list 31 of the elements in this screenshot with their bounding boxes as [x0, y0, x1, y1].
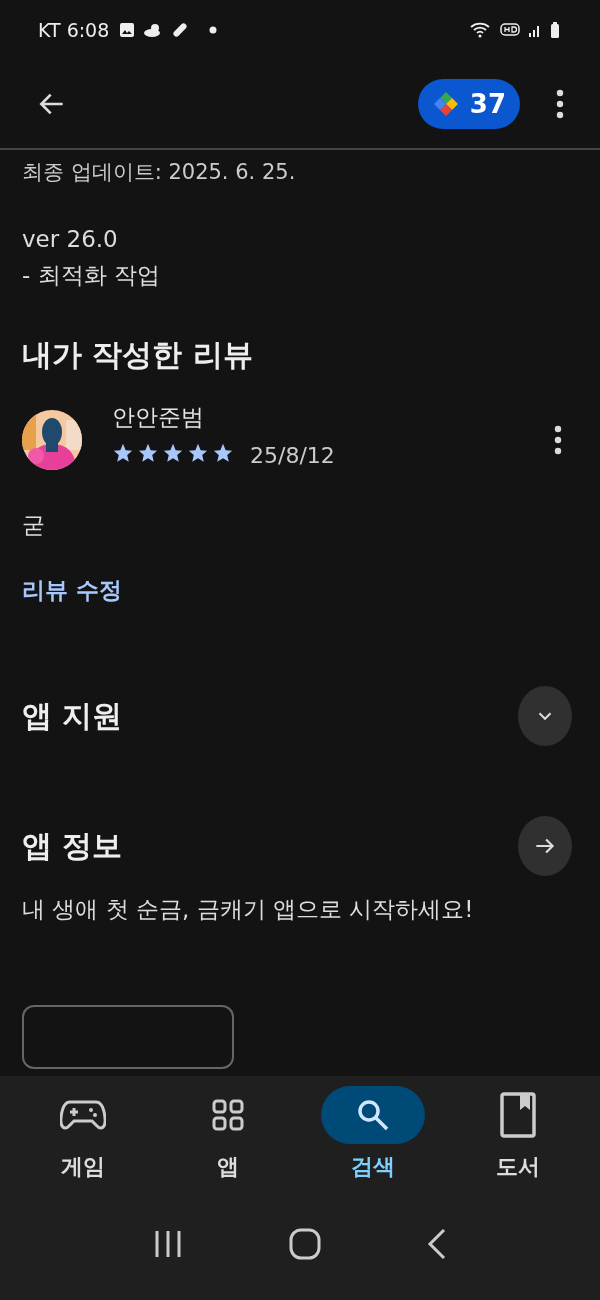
nav-tab[interactable]: 앱	[167, 1086, 288, 1201]
status-time: KT 6:08	[38, 19, 110, 41]
home-icon[interactable]	[289, 1227, 321, 1260]
recents-icon[interactable]	[153, 1228, 183, 1259]
version-text: ver 26.0	[22, 226, 119, 252]
edit-review-link[interactable]: 리뷰 수정	[22, 575, 122, 606]
nav-tab[interactable]: 게임	[22, 1086, 143, 1201]
review-date: 25/8/12	[250, 443, 335, 468]
category-chip[interactable]	[22, 1005, 234, 1069]
battery-icon	[550, 22, 560, 38]
points-badge[interactable]: 37	[417, 79, 520, 129]
last-updated: 최종 업데이트: 2025. 6. 25.	[22, 159, 297, 186]
book-icon	[499, 1092, 536, 1138]
notification-dot-icon	[209, 26, 218, 34]
nav-tab[interactable]: 도서	[457, 1086, 578, 1201]
image-icon	[119, 22, 136, 38]
apps-grid-icon	[211, 1099, 244, 1131]
nav-tab[interactable]: 검색	[312, 1086, 433, 1201]
reviewer-name: 안안준범	[112, 403, 205, 432]
gamepad-icon	[59, 1098, 106, 1132]
section-heading: 내가 작성한 리뷰	[22, 336, 254, 374]
more-options-icon[interactable]	[554, 425, 562, 455]
back-icon[interactable]	[427, 1227, 447, 1260]
review-text: 굳	[22, 511, 46, 540]
app-description: 내 생애 첫 순금, 금캐기 앱으로 시작하세요!	[22, 895, 475, 924]
section-heading: 앱 지원	[22, 696, 123, 735]
hd-icon	[500, 22, 520, 38]
wifi-icon	[470, 22, 492, 38]
section-heading: 앱 정보	[22, 826, 123, 865]
more-options-icon[interactable]	[556, 88, 564, 120]
release-notes: - 최적화 작업	[22, 261, 161, 290]
